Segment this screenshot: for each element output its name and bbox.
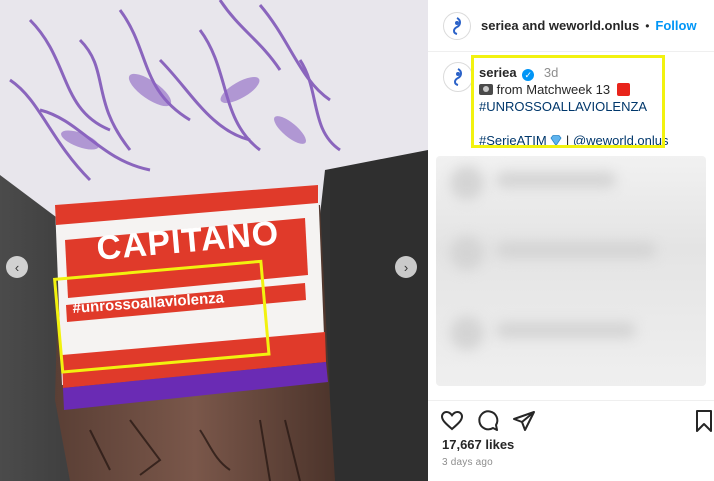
bookmark-icon[interactable]	[692, 409, 714, 433]
annotation-box-caption	[471, 55, 665, 148]
post-header: seriea and weworld.onlus • Follow	[428, 0, 714, 52]
post-actions	[428, 400, 714, 436]
seriea-logo-icon	[453, 16, 461, 35]
share-icon[interactable]	[512, 409, 536, 433]
chevron-left-icon: ‹	[14, 259, 20, 275]
blurred-comments	[436, 156, 706, 386]
post-media[interactable]: CAPITANO #unrossoallaviolenza ‹ ›	[0, 0, 428, 481]
follow-button[interactable]: Follow	[655, 18, 696, 33]
caption-avatar[interactable]	[443, 62, 473, 92]
avatar[interactable]	[443, 11, 471, 40]
comment-icon[interactable]	[476, 409, 500, 433]
seriea-logo-icon	[454, 68, 462, 86]
header-separator: •	[645, 18, 650, 33]
post-timestamp: 3 days ago	[442, 457, 493, 468]
carousel-prev-button[interactable]: ‹	[6, 256, 28, 278]
heart-icon[interactable]	[440, 409, 464, 433]
post-accounts[interactable]: seriea and weworld.onlus	[481, 18, 639, 33]
annotation-box-armband	[53, 259, 271, 374]
likes-count[interactable]: 17,667 likes	[442, 437, 514, 452]
chevron-right-icon: ›	[403, 259, 409, 275]
carousel-next-button[interactable]: ›	[395, 256, 417, 278]
